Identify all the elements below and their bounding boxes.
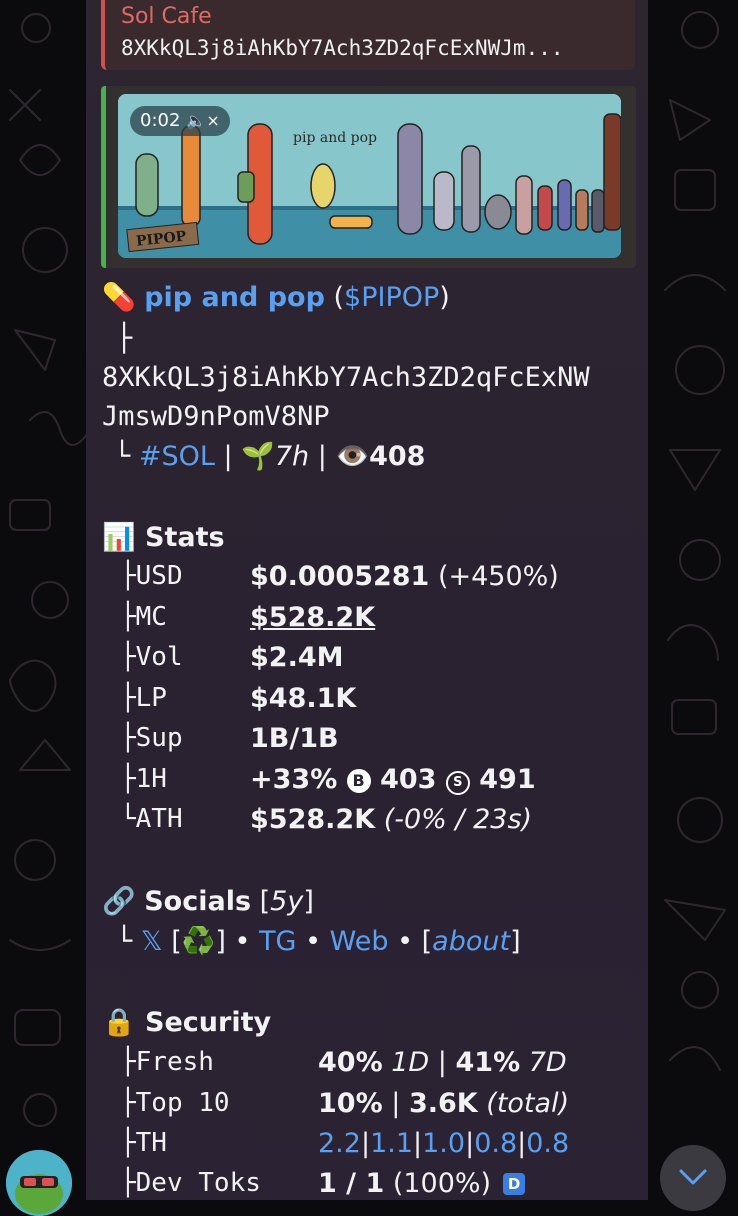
supply-value: 1B/1B xyxy=(250,723,339,754)
socials-links-row: └ 𝕏 [♻️] • TG • Web • [about] xyxy=(116,926,521,957)
market-cap-link[interactable]: $528.2K xyxy=(250,602,375,633)
holder-link-3[interactable]: 1.0 xyxy=(422,1128,465,1159)
price-value: $0.0005281 xyxy=(250,561,430,592)
recycle-icon[interactable]: ♻️ xyxy=(182,926,216,957)
sell-icon: S xyxy=(445,771,470,795)
token-ticker-link[interactable]: $PIPOP xyxy=(344,282,439,313)
pill-icon: 💊 xyxy=(102,282,136,313)
scroll-to-bottom-button[interactable] xyxy=(660,1145,726,1211)
muted-speaker-icon[interactable]: 🔈× xyxy=(186,106,219,136)
token-age: 7h xyxy=(274,441,310,472)
video-thumbnail[interactable]: pip and pop PIPOP 0:02 🔈× xyxy=(118,94,621,258)
reply-preview-text: 8XKkQL3j8iAhKbY7Ach3ZD2qFcExNWJm... xyxy=(121,36,564,60)
contract-address-line-2[interactable]: JmswD9nPomV8NP xyxy=(102,400,330,434)
hour-change: +33% xyxy=(250,764,338,795)
ath-value: $528.2K xyxy=(250,804,376,835)
seedling-icon: 🌱 xyxy=(241,441,275,472)
eye-icon: 👁️ xyxy=(335,441,370,472)
link-chain-icon: 🔗 xyxy=(102,886,136,917)
volume-value: $2.4M xyxy=(250,642,344,673)
chain-hashtag-link[interactable]: #SOL xyxy=(139,441,215,472)
video-duration-pill[interactable]: 0:02 🔈× xyxy=(130,106,230,136)
sell-count: 491 xyxy=(479,764,536,795)
artwork-caption: pip and pop xyxy=(293,130,377,146)
liquidity-value: $48.1K xyxy=(250,683,357,714)
pepe-avatar-icon xyxy=(6,1150,72,1216)
token-header: 💊 pip and pop ($PIPOP) xyxy=(102,282,450,313)
ath-change: (-0% / 23s) xyxy=(383,804,533,835)
sender-avatar[interactable] xyxy=(6,1150,72,1216)
buy-icon: B xyxy=(346,769,371,793)
stats-heading: 📊 Stats xyxy=(102,522,225,553)
lock-icon: 🔒 xyxy=(102,1007,136,1038)
telegram-link[interactable]: TG xyxy=(259,926,296,957)
bar-chart-icon: 📊 xyxy=(102,522,136,553)
buy-count: 403 xyxy=(380,764,437,795)
token-meta-row: └ #SOL | 🌱7h | 👁️408 xyxy=(114,441,426,472)
website-link[interactable]: Web xyxy=(330,926,389,957)
about-link[interactable]: about xyxy=(432,926,510,957)
address-branch: ├ xyxy=(116,323,133,354)
socials-age: 5y xyxy=(270,886,304,917)
socials-heading: 🔗 Socials [5y] xyxy=(102,886,314,917)
holder-link-1[interactable]: 2.2 xyxy=(318,1128,361,1159)
dev-badge-icon[interactable]: D xyxy=(503,1173,526,1195)
x-link[interactable]: 𝕏 xyxy=(141,926,163,957)
reply-sender-name: Sol Cafe xyxy=(121,4,212,29)
view-count: 408 xyxy=(369,441,426,472)
security-heading: 🔒 Security xyxy=(102,1007,272,1038)
holder-link-2[interactable]: 1.1 xyxy=(370,1128,413,1159)
link-preview-card[interactable]: pip and pop PIPOP 0:02 🔈× xyxy=(101,86,636,268)
price-change: (+450%) xyxy=(437,561,559,592)
reply-quote[interactable]: Sol Cafe 8XKkQL3j8iAhKbY7Ach3ZD2qFcExNWJ… xyxy=(101,0,635,70)
token-name-link[interactable]: pip and pop xyxy=(144,282,325,313)
holder-link-5[interactable]: 0.8 xyxy=(526,1128,569,1159)
video-duration: 0:02 xyxy=(140,110,181,131)
chevron-down-icon xyxy=(679,1169,707,1185)
holder-link-4[interactable]: 0.8 xyxy=(474,1128,517,1159)
contract-address-line-1[interactable]: 8XKkQL3j8iAhKbY7Ach3ZD2qFcExNW xyxy=(102,361,590,395)
